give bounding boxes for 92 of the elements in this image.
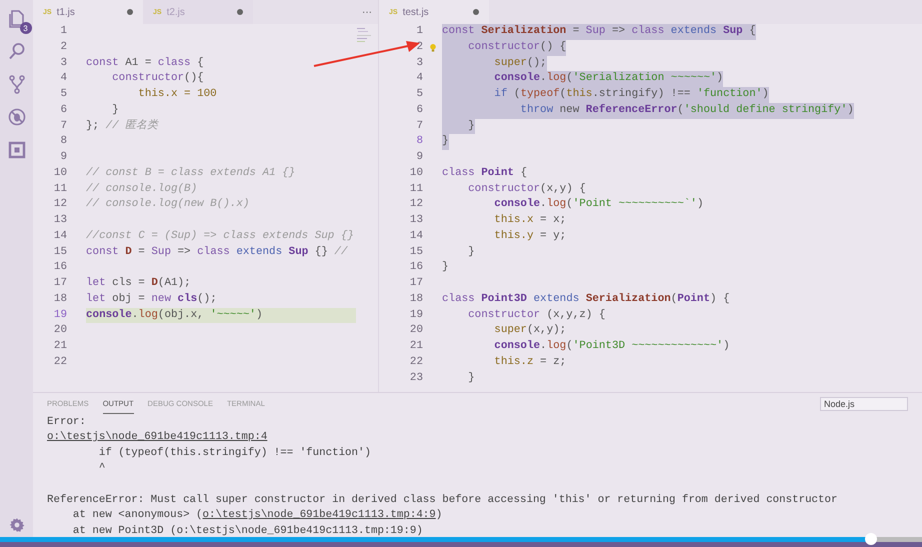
line-number: 16 bbox=[52, 260, 67, 276]
line-number: 13 bbox=[52, 213, 67, 228]
code-line: // console.log(B) bbox=[86, 182, 198, 196]
lightbulb-icon[interactable] bbox=[428, 42, 436, 53]
code-line: this.x = x; bbox=[493, 213, 566, 228]
line-number: 19 bbox=[52, 308, 67, 322]
code-line: class Point { bbox=[442, 166, 527, 181]
line-number: 11 bbox=[408, 182, 423, 196]
line-number: 2 bbox=[415, 40, 423, 55]
line-number: 15 bbox=[408, 244, 423, 260]
output-text: at new Point3D (o:\testjs\node_691be419c1113.tmp:19:9) bbox=[72, 524, 423, 537]
line-number: 12 bbox=[408, 197, 423, 212]
search-icon[interactable] bbox=[6, 41, 26, 61]
code-line: console.log('Point ~~~~~~~~~~`') bbox=[493, 197, 704, 212]
code-line: this.z = z; bbox=[493, 354, 566, 370]
line-number: 21 bbox=[408, 339, 423, 354]
line-number: 17 bbox=[52, 276, 67, 291]
code-line: let cls = D(A1); bbox=[86, 276, 191, 291]
line-number: 2 bbox=[59, 40, 67, 55]
code-line: // console.log(new B().x) bbox=[86, 197, 250, 212]
debug-icon[interactable] bbox=[6, 107, 26, 127]
line-number: 16 bbox=[408, 260, 423, 276]
output-text: ) bbox=[436, 508, 442, 524]
line-number: 4 bbox=[59, 71, 67, 86]
line-number: 6 bbox=[59, 102, 67, 118]
code-line: this.y = y; bbox=[493, 228, 566, 244]
line-number: 1 bbox=[415, 24, 423, 39]
code-line: class Point3D extends Serialization(Point) { bbox=[442, 292, 730, 307]
code-line: }; // 匿名类 bbox=[86, 118, 158, 134]
line-number: 5 bbox=[415, 87, 423, 102]
line-number: 9 bbox=[59, 150, 67, 165]
line-number: 12 bbox=[52, 197, 67, 212]
line-number: 11 bbox=[52, 182, 67, 196]
file-link[interactable]: o:\testjs\node_691be419c1113.tmp:4:9 bbox=[202, 508, 436, 524]
line-number: 10 bbox=[52, 166, 67, 181]
output-text: if (typeof(this.stringify) !== 'function') bbox=[98, 446, 371, 461]
line-number: 23 bbox=[408, 370, 423, 386]
code-line: } bbox=[467, 370, 475, 386]
file-link[interactable]: o:\testjs\node_691be419c1113.tmp:4 bbox=[47, 430, 268, 446]
code-line: } bbox=[467, 244, 475, 260]
code-line: this.x = 100 bbox=[137, 87, 217, 102]
progress-thumb[interactable] bbox=[865, 533, 878, 545]
code-line: const A1 = class { bbox=[86, 56, 204, 70]
badge: 3 bbox=[20, 22, 32, 34]
extensions-icon[interactable] bbox=[6, 140, 26, 160]
line-number: 8 bbox=[415, 134, 423, 150]
code-line: } bbox=[442, 260, 449, 276]
line-number: 4 bbox=[415, 71, 423, 86]
line-number: 22 bbox=[408, 354, 423, 370]
output-text: ^ bbox=[98, 461, 106, 476]
code-line: constructor (x,y,z) { bbox=[467, 308, 606, 322]
line-number: 6 bbox=[415, 102, 423, 118]
output-text: ReferenceError: Must call super constructor in derived class before accessing 'this' or returning from derived constructor bbox=[47, 492, 838, 508]
line-number: 5 bbox=[59, 87, 67, 102]
line-number: 1 bbox=[59, 24, 67, 39]
line-number: 7 bbox=[415, 118, 423, 134]
line-number: 19 bbox=[408, 308, 423, 322]
source-control-icon[interactable] bbox=[6, 74, 26, 94]
line-number: 14 bbox=[52, 228, 67, 244]
line-number: 18 bbox=[408, 292, 423, 307]
output-channel-dropdown[interactable]: Node.js bbox=[820, 396, 908, 411]
line-number: 20 bbox=[408, 323, 423, 338]
code-line: // const B = class extends A1 {} bbox=[86, 166, 296, 181]
code-line: let obj = new cls(); bbox=[86, 292, 217, 307]
line-number: 3 bbox=[415, 56, 423, 70]
line-number: 7 bbox=[59, 118, 67, 134]
settings-icon[interactable] bbox=[8, 517, 24, 533]
line-number: 18 bbox=[52, 292, 67, 307]
line-number: 15 bbox=[52, 244, 67, 260]
line-number: 13 bbox=[408, 213, 423, 228]
line-number: 22 bbox=[52, 354, 67, 370]
code-line: const D = Sup => class extends Sup {} // bbox=[86, 244, 348, 260]
tab-label: t1.js bbox=[56, 6, 76, 18]
line-number: 21 bbox=[52, 339, 67, 354]
code-line: } bbox=[111, 102, 119, 118]
output-text: at new <anonymous> ( bbox=[72, 508, 203, 524]
output-text: Error: bbox=[47, 414, 86, 430]
tab-label: t2.js bbox=[166, 6, 186, 18]
line-number: 17 bbox=[408, 276, 423, 291]
tab-label: test.js bbox=[402, 6, 430, 18]
line-number: 3 bbox=[59, 56, 67, 70]
line-number: 14 bbox=[408, 228, 423, 244]
code-line: //const C = (Sup) => class extends Sup {} bbox=[86, 228, 354, 244]
line-number: 20 bbox=[52, 323, 67, 338]
code-line: console.log('Point3D ~~~~~~~~~~~~~') bbox=[493, 339, 730, 354]
more-actions-button[interactable]: ··· bbox=[356, 6, 378, 18]
code-line: constructor(x,y) { bbox=[467, 182, 586, 196]
code-line: constructor(){ bbox=[111, 71, 204, 86]
code-line: super(x,y); bbox=[493, 323, 566, 338]
line-number: 8 bbox=[59, 134, 67, 150]
line-number: 10 bbox=[408, 166, 423, 181]
line-number: 9 bbox=[415, 150, 423, 165]
